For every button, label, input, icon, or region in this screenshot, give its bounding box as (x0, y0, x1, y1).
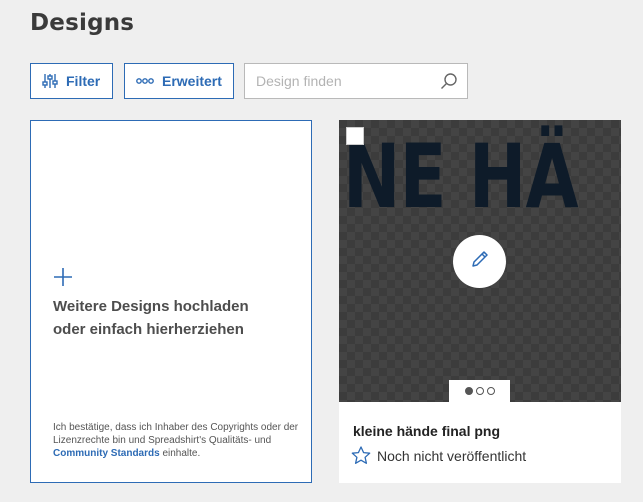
upload-title: Weitere Designs hochladen oder einfach h… (53, 295, 293, 341)
search-icon[interactable] (440, 72, 458, 95)
legal-suffix: einhalte. (159, 448, 201, 459)
star-outline-icon[interactable] (351, 446, 371, 465)
search-input[interactable] (245, 73, 435, 89)
advanced-button-label: Erweitert (162, 73, 222, 89)
edit-button[interactable] (453, 235, 506, 288)
page-title: Designs (30, 10, 135, 36)
carousel-indicator (449, 380, 510, 402)
upload-title-line-2: oder einfach hierherziehen (53, 321, 244, 338)
design-preview[interactable]: NE HÄ (339, 120, 621, 402)
legal-notice: Ich bestätige, dass ich Inhaber des Copy… (53, 421, 303, 460)
select-checkbox[interactable] (346, 127, 364, 145)
carousel-dot[interactable] (464, 387, 473, 395)
plus-icon (53, 267, 73, 292)
carousel-dot[interactable] (486, 387, 495, 395)
carousel-dot[interactable] (475, 387, 484, 395)
upload-title-line-1: Weitere Designs hochladen (53, 298, 249, 315)
design-card[interactable]: NE HÄ kleine hände final png Noch nicht … (339, 120, 621, 483)
community-standards-link[interactable]: Community Standards (53, 448, 160, 459)
filter-button[interactable]: Filter (30, 63, 113, 99)
advanced-button[interactable]: Erweitert (124, 63, 234, 99)
legal-text: Ich bestätige, dass ich Inhaber des Copy… (53, 422, 299, 446)
pencil-icon (470, 249, 490, 274)
design-preview-image-text: NE HÄ (343, 125, 579, 228)
publish-status: Noch nicht veröffentlicht (351, 446, 526, 465)
upload-card[interactable]: Weitere Designs hochladen oder einfach h… (30, 120, 312, 483)
filter-button-label: Filter (66, 73, 101, 89)
sliders-icon (42, 73, 58, 89)
search-box (244, 63, 468, 99)
publish-status-text: Noch nicht veröffentlicht (377, 447, 527, 464)
design-name: kleine hände final png (353, 423, 501, 439)
three-dots-icon (136, 77, 154, 85)
